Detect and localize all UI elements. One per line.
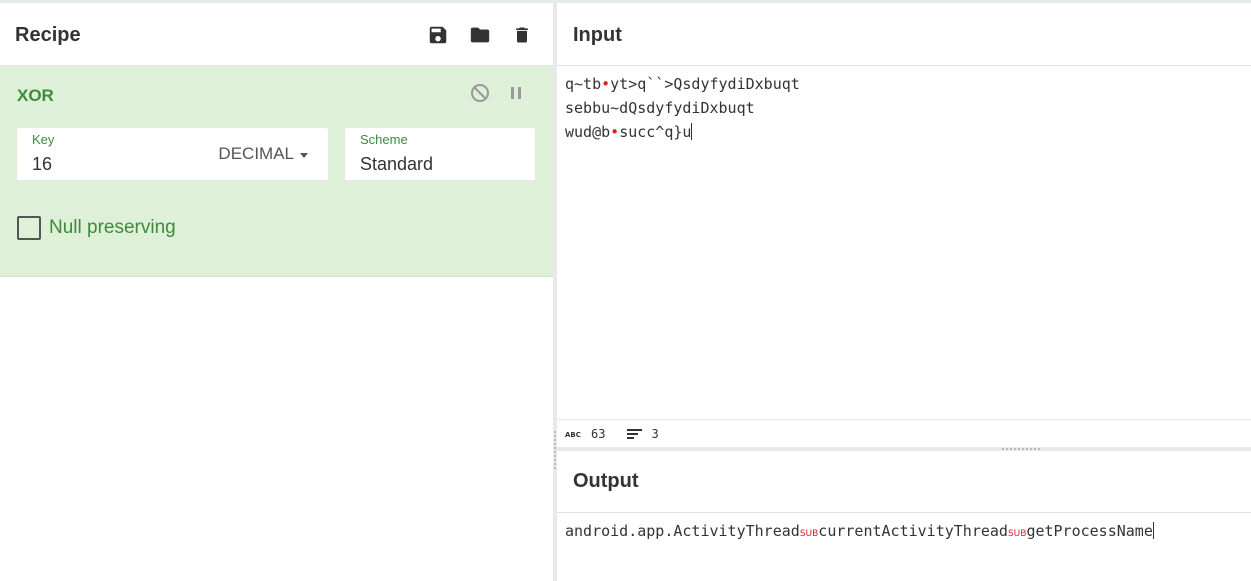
control-char-sub: SUB <box>799 529 819 539</box>
key-label: Key <box>32 132 55 147</box>
null-preserving-option[interactable]: Null preserving <box>17 216 176 240</box>
xor-operation: XOR Key 16 DECIMAL Scheme Standard Null … <box>0 66 553 277</box>
input-title: Input <box>573 24 622 46</box>
output-textarea[interactable]: android.app.ActivityThreadSUBcurrentActi… <box>557 513 1251 552</box>
save-icon[interactable] <box>425 22 451 48</box>
abc-icon: ABC <box>565 429 583 439</box>
divider-grip-icon[interactable] <box>554 431 556 471</box>
lines-icon <box>627 428 643 440</box>
control-char-icon: • <box>610 123 620 141</box>
scheme-select[interactable]: Standard <box>360 154 433 175</box>
recipe-pane: Recipe XOR Key 16 DECIMAL Scheme Standar… <box>0 6 553 581</box>
pause-icon[interactable] <box>505 82 527 104</box>
key-format-dropdown[interactable]: DECIMAL <box>218 144 308 164</box>
recipe-header: Recipe <box>0 6 553 66</box>
output-header: Output <box>557 451 1251 513</box>
input-status-bar: ABC 63 3 <box>557 419 1251 447</box>
output-segment-3: getProcessName <box>1026 522 1153 540</box>
disable-icon[interactable] <box>469 82 491 104</box>
recipe-toolbar <box>425 22 535 48</box>
null-preserving-checkbox[interactable] <box>17 216 41 240</box>
operation-controls <box>469 82 527 104</box>
output-segment-1: android.app.ActivityThread <box>565 522 800 540</box>
svg-text:ABC: ABC <box>565 431 581 439</box>
text-cursor <box>1152 522 1154 539</box>
output-text: android.app.ActivityThreadSUBcurrentActi… <box>557 513 1251 552</box>
input-textarea[interactable]: q~tb•yt>q``>QsdyfydiDxbuqt sebbu~dQsdyfy… <box>557 66 1251 419</box>
cyberchef-app: Recipe XOR Key 16 DECIMAL Scheme Standar… <box>0 0 1251 581</box>
output-segment-2: currentActivityThread <box>818 522 1008 540</box>
io-divider-grip-icon[interactable] <box>1002 448 1042 450</box>
scheme-label: Scheme <box>360 132 408 147</box>
recipe-title: Recipe <box>15 24 81 46</box>
control-char-icon: • <box>601 75 611 93</box>
scheme-field[interactable]: Scheme Standard <box>345 128 535 181</box>
io-divider[interactable] <box>557 447 1251 451</box>
line-count: 3 <box>651 426 659 441</box>
input-line-2: sebbu~dQsdyfydiDxbuqt <box>565 99 755 117</box>
caret-down-icon <box>300 152 308 158</box>
text-cursor <box>691 123 693 140</box>
key-field[interactable]: Key 16 DECIMAL <box>17 128 328 181</box>
trash-icon[interactable] <box>509 22 535 48</box>
input-line-1b: yt>q``>QsdyfydiDxbuqt <box>610 75 800 93</box>
input-line-3b: succ^q}u <box>619 123 692 141</box>
null-preserving-label: Null preserving <box>49 217 176 238</box>
input-line-3a: wud@b <box>565 123 611 141</box>
folder-icon[interactable] <box>467 22 493 48</box>
control-char-sub: SUB <box>1007 529 1027 539</box>
operation-title[interactable]: XOR <box>17 86 54 106</box>
output-title: Output <box>573 470 639 492</box>
key-format-value: DECIMAL <box>218 144 294 163</box>
io-pane: Input q~tb•yt>q``>QsdyfydiDxbuqt sebbu~d… <box>557 6 1251 581</box>
input-line-1a: q~tb <box>565 75 602 93</box>
key-input[interactable]: 16 <box>32 154 52 175</box>
char-count: 63 <box>591 426 606 441</box>
input-text: q~tb•yt>q``>QsdyfydiDxbuqt sebbu~dQsdyfy… <box>557 66 1251 150</box>
input-header: Input <box>557 6 1251 66</box>
